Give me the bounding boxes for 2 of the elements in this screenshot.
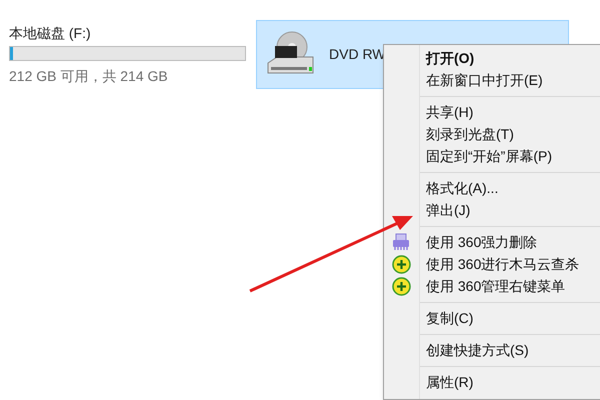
drive-name: 本地磁盘 (F:): [9, 24, 92, 42]
capacity-text: 212 GB 可用，共 214 GB: [9, 67, 169, 86]
